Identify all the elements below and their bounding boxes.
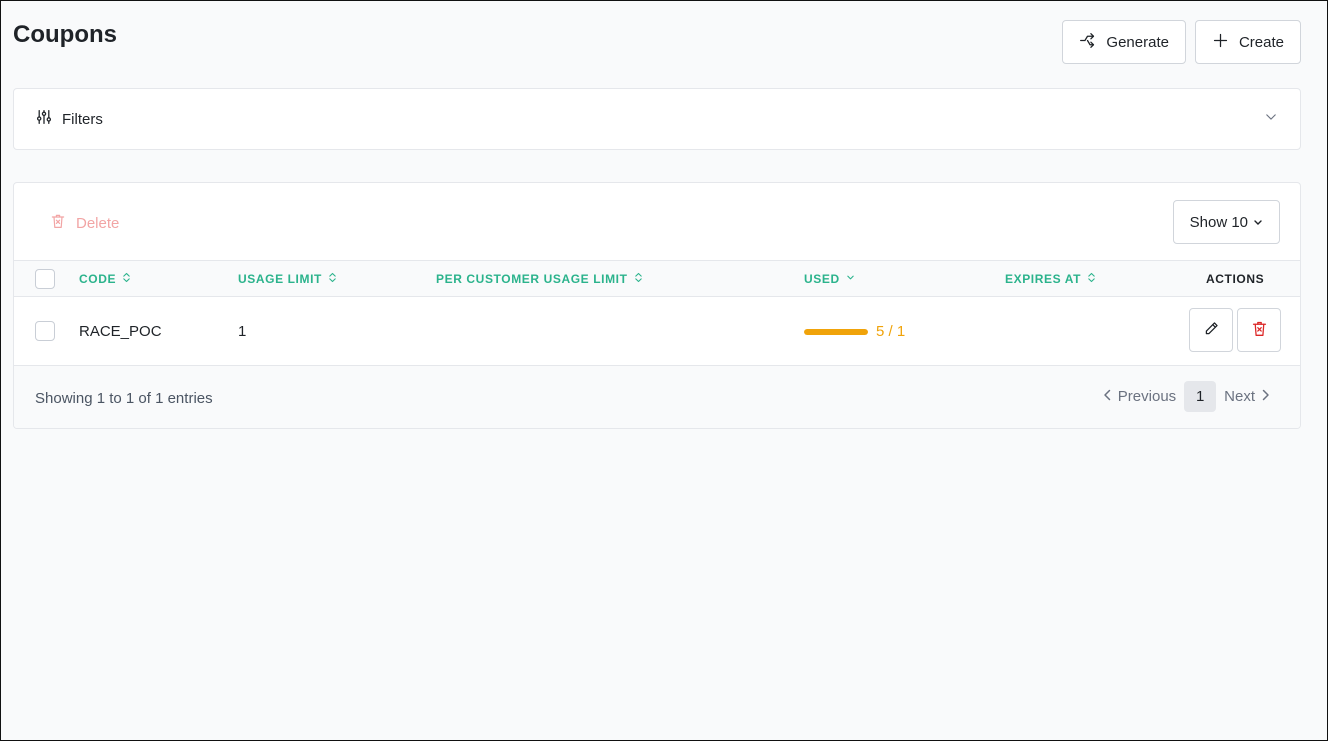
generate-label: Generate bbox=[1106, 33, 1169, 51]
cell-code: RACE_POC bbox=[79, 323, 162, 340]
next-label: Next bbox=[1224, 388, 1255, 405]
plus-icon bbox=[1212, 32, 1229, 53]
chevron-down-icon[interactable] bbox=[1264, 110, 1278, 129]
header-per-customer-usage-limit[interactable]: PER CUSTOMER USAGE LIMIT bbox=[436, 272, 643, 286]
header-code-label: CODE bbox=[79, 272, 117, 286]
create-button[interactable]: Create bbox=[1194, 20, 1301, 64]
pagination: Previous 1 Next bbox=[1103, 381, 1270, 412]
edit-button[interactable] bbox=[1189, 308, 1233, 352]
shuffle-icon bbox=[1079, 32, 1096, 53]
delete-label: Delete bbox=[76, 214, 120, 232]
sort-icon bbox=[634, 272, 643, 286]
page-size-select[interactable]: Show 10 bbox=[1172, 200, 1280, 244]
sliders-icon bbox=[36, 109, 52, 129]
previous-label: Previous bbox=[1117, 388, 1177, 405]
top-actions: Generate Create bbox=[1062, 20, 1301, 64]
trash-icon bbox=[50, 213, 66, 233]
cell-usage-limit: 1 bbox=[238, 323, 247, 340]
create-label: Create bbox=[1238, 33, 1284, 51]
entries-summary: Showing 1 to 1 of 1 entries bbox=[35, 390, 213, 407]
row-checkbox[interactable] bbox=[35, 321, 55, 341]
previous-page-button[interactable]: Previous bbox=[1103, 388, 1176, 405]
pencil-icon bbox=[1203, 320, 1220, 341]
page-1-button[interactable]: 1 bbox=[1184, 381, 1217, 412]
usage-progress-bar bbox=[804, 328, 868, 335]
table-header: CODE USAGE LIMIT PER CUSTOMER USAGE LIMI… bbox=[14, 260, 1300, 297]
header-expires-at-label: EXPIRES AT bbox=[1005, 272, 1082, 286]
usage-progress-fill bbox=[804, 328, 868, 335]
page-title: Coupons bbox=[13, 21, 117, 48]
table-row: RACE_POC 1 5 / 1 bbox=[14, 297, 1300, 366]
header-expires-at[interactable]: EXPIRES AT bbox=[1005, 272, 1096, 286]
header-actions-label: ACTIONS bbox=[1206, 272, 1265, 286]
generate-button[interactable]: Generate bbox=[1062, 20, 1186, 64]
filters-header: Filters bbox=[36, 109, 103, 129]
header-used[interactable]: USED bbox=[804, 272, 855, 286]
table-toolbar: Delete Show 10 bbox=[14, 183, 1300, 260]
bulk-delete-button[interactable]: Delete bbox=[50, 213, 119, 233]
chevron-down-icon bbox=[1253, 214, 1263, 231]
row-delete-button[interactable] bbox=[1237, 308, 1281, 352]
sort-icon bbox=[1087, 272, 1096, 286]
filters-panel[interactable]: Filters bbox=[13, 88, 1301, 150]
page-size-label: Show 10 bbox=[1189, 213, 1248, 231]
header-usage-limit-label: USAGE LIMIT bbox=[238, 272, 322, 286]
select-all-checkbox[interactable] bbox=[35, 269, 55, 289]
chevron-left-icon bbox=[1103, 388, 1112, 405]
used-text: 5 / 1 bbox=[876, 323, 906, 340]
cell-used: 5 / 1 bbox=[804, 323, 905, 340]
header-usage-limit[interactable]: USAGE LIMIT bbox=[238, 272, 337, 286]
sort-icon bbox=[122, 272, 131, 286]
header-used-label: USED bbox=[804, 272, 840, 286]
sort-icon bbox=[328, 272, 337, 286]
next-page-button[interactable]: Next bbox=[1224, 388, 1270, 405]
table-footer: Showing 1 to 1 of 1 entries Previous 1 N… bbox=[14, 366, 1300, 428]
sort-desc-icon bbox=[846, 272, 855, 286]
trash-icon bbox=[1251, 320, 1268, 341]
filters-label: Filters bbox=[62, 110, 103, 128]
header-actions: ACTIONS bbox=[1206, 272, 1264, 286]
chevron-right-icon bbox=[1261, 388, 1270, 405]
header-code[interactable]: CODE bbox=[79, 272, 131, 286]
header-per-customer-label: PER CUSTOMER USAGE LIMIT bbox=[436, 272, 628, 286]
coupons-table-card: Delete Show 10 CODE USAGE LIMIT PER CUST… bbox=[13, 182, 1301, 429]
